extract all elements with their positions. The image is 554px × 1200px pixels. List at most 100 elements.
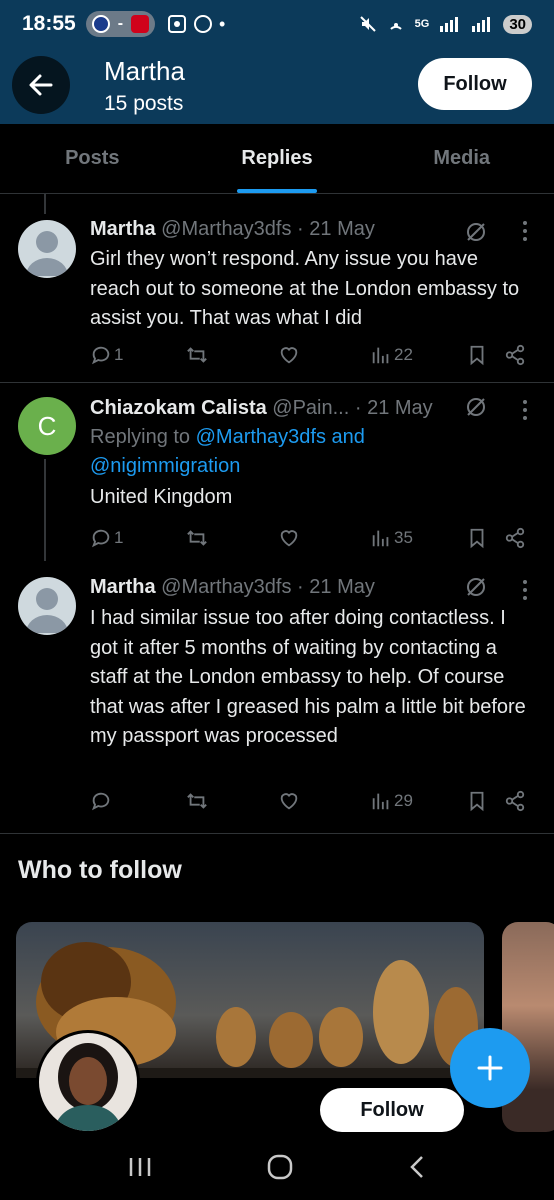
- tweet[interactable]: Martha @Marthay3dfs · 21 May Girl they w…: [0, 200, 554, 382]
- psg-logo-icon: [91, 15, 110, 33]
- reply-button[interactable]: 1: [90, 527, 123, 549]
- view-count: 29: [394, 791, 413, 810]
- follow-suggestion-card[interactable]: Follow: [16, 922, 484, 1132]
- back-icon[interactable]: [407, 1155, 427, 1179]
- repost-button[interactable]: [186, 344, 208, 366]
- bookmark-icon: [470, 528, 484, 549]
- arsenal-logo-icon: [131, 15, 150, 33]
- author-name[interactable]: Chiazokam Calista: [90, 397, 267, 419]
- more-icon[interactable]: [522, 579, 528, 601]
- like-icon: [280, 530, 298, 547]
- profile-header: Martha 15 posts Follow: [0, 48, 554, 124]
- grok-icon[interactable]: [464, 395, 488, 419]
- home-icon[interactable]: [267, 1154, 293, 1180]
- screenshot-icon: [168, 15, 187, 33]
- signal-icon-2: [472, 17, 491, 32]
- back-button[interactable]: [12, 56, 70, 114]
- profile-name: Martha: [104, 56, 185, 86]
- more-icon[interactable]: [522, 399, 528, 421]
- tweet-actions: 29: [90, 790, 530, 816]
- signal-icon: [440, 17, 459, 32]
- battery-level: 30: [503, 14, 532, 34]
- repost-button[interactable]: [186, 527, 208, 549]
- back-arrow-icon: [29, 74, 53, 96]
- views-button[interactable]: 29: [370, 790, 413, 812]
- reply-count: 1: [114, 345, 124, 364]
- like-button[interactable]: [278, 790, 300, 812]
- avatar[interactable]: [18, 577, 76, 635]
- views-button[interactable]: 35: [370, 527, 413, 549]
- replying-prefix: Replying to: [90, 426, 196, 448]
- replying-to: Replying to @Marthay3dfs and @nigimmigra…: [90, 423, 520, 481]
- share-button[interactable]: [504, 790, 526, 812]
- like-icon: [280, 347, 298, 364]
- post-count: 15 posts: [104, 92, 184, 115]
- tweet[interactable]: Martha @Marthay3dfs · 21 May I had simil…: [0, 561, 554, 833]
- reply-count: 1: [114, 528, 124, 547]
- network-type: 5G: [414, 18, 430, 30]
- author-meta: @Marthay3dfs · 21 May: [155, 576, 375, 598]
- avatar[interactable]: [18, 220, 76, 278]
- thread-line: [44, 459, 46, 561]
- share-button[interactable]: [504, 344, 526, 366]
- reply-button[interactable]: 1: [90, 344, 123, 366]
- view-count: 35: [394, 528, 413, 547]
- mute-icon: [359, 16, 376, 32]
- tweet-text: Girl they won’t respond. Any issue you h…: [90, 248, 520, 329]
- grok-icon[interactable]: [464, 575, 488, 599]
- share-button[interactable]: [504, 527, 526, 549]
- bookmark-button[interactable]: [466, 344, 488, 366]
- suggestion-follow-button[interactable]: Follow: [320, 1088, 464, 1132]
- reply-icon: [91, 529, 110, 548]
- system-nav-bar: [0, 1134, 554, 1200]
- compose-plus-icon: [477, 1055, 503, 1081]
- compose-button[interactable]: [450, 1028, 530, 1108]
- repost-button[interactable]: [186, 790, 208, 812]
- repost-icon: [187, 347, 207, 363]
- repost-icon: [187, 530, 207, 546]
- bookmark-button[interactable]: [466, 790, 488, 812]
- tweet-actions: 1 22: [90, 344, 530, 370]
- repost-icon: [187, 793, 207, 809]
- like-button[interactable]: [278, 344, 300, 366]
- status-notification-pill: -: [85, 11, 156, 37]
- grok-icon[interactable]: [464, 220, 488, 244]
- tab-posts[interactable]: Posts: [0, 124, 185, 193]
- follow-button[interactable]: Follow: [418, 58, 532, 110]
- view-count: 22: [394, 345, 413, 364]
- more-icon[interactable]: [522, 220, 528, 242]
- recents-icon[interactable]: [127, 1156, 153, 1178]
- like-button[interactable]: [278, 527, 300, 549]
- author-meta: @Pain... · 21 May: [266, 397, 433, 419]
- tab-replies[interactable]: Replies: [185, 124, 370, 193]
- reply-button[interactable]: [90, 790, 114, 812]
- author-name[interactable]: Martha: [90, 218, 156, 240]
- tweet-header: Martha @Marthay3dfs · 21 May: [90, 218, 375, 241]
- tab-media[interactable]: Media: [369, 124, 554, 193]
- tweet-actions: 1 35: [90, 527, 530, 553]
- status-notification-icons: •: [167, 14, 225, 35]
- tweet-header: Martha @Marthay3dfs · 21 May: [90, 576, 375, 599]
- avatar[interactable]: C: [18, 397, 76, 455]
- bookmark-button[interactable]: [466, 527, 488, 549]
- tweet-text: United Kingdom: [90, 486, 233, 508]
- bookmark-icon: [470, 791, 484, 812]
- tweet[interactable]: C Chiazokam Calista @Pain... · 21 May Re…: [0, 383, 554, 561]
- reply-icon: [91, 346, 110, 365]
- status-system-icons: 5G 30: [359, 14, 532, 34]
- reply-icon: [91, 792, 110, 811]
- suggested-user-avatar[interactable]: [36, 1030, 140, 1132]
- who-to-follow-title: Who to follow: [18, 856, 182, 884]
- dot-icon: •: [219, 13, 226, 34]
- views-icon: [372, 347, 389, 364]
- status-bar: 18:55 - • 5G 30: [0, 0, 554, 48]
- suggested-user-photo: [39, 1033, 137, 1131]
- hotspot-icon: [389, 23, 402, 30]
- author-meta: @Marthay3dfs · 21 May: [155, 218, 375, 240]
- author-name[interactable]: Martha: [90, 576, 156, 598]
- status-time: 18:55: [22, 12, 76, 35]
- tweet-header: Chiazokam Calista @Pain... · 21 May: [90, 397, 433, 420]
- profile-tabs: Posts Replies Media: [0, 124, 554, 194]
- views-button[interactable]: 22: [370, 344, 413, 366]
- whatsapp-icon: [194, 15, 213, 33]
